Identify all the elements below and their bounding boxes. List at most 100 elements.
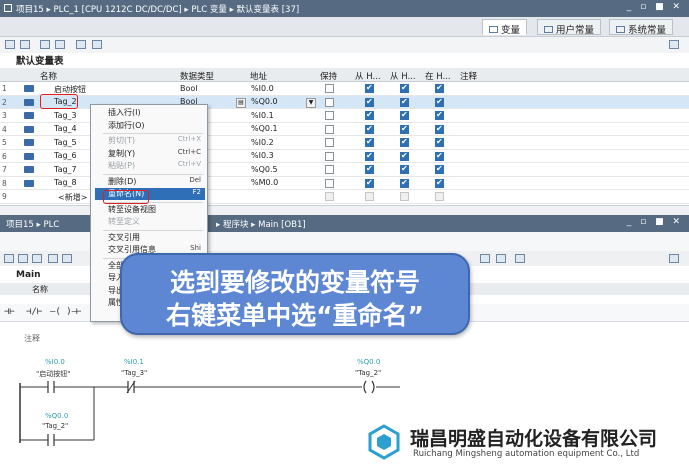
toolbar-icon[interactable]: [515, 254, 525, 263]
retain-checkbox[interactable]: [325, 165, 334, 174]
hmi-write-checkbox[interactable]: [400, 151, 409, 161]
monitor-icon[interactable]: [76, 40, 86, 49]
retain-checkbox[interactable]: [325, 84, 334, 93]
address-cell[interactable]: %M0.0: [251, 178, 278, 187]
hmi-write-checkbox[interactable]: [400, 192, 409, 201]
menu-item[interactable]: 插入行(I): [95, 107, 205, 119]
toolbar-icon[interactable]: [480, 254, 490, 263]
coil-icon[interactable]: –( )–: [50, 307, 77, 317]
address-cell[interactable]: %I0.2: [251, 138, 274, 147]
toolbar-icon[interactable]: [32, 254, 42, 263]
layout-icon[interactable]: [669, 254, 679, 263]
hmi-write-checkbox[interactable]: [400, 137, 409, 147]
col-name[interactable]: 名称: [40, 70, 57, 82]
hmi-write-checkbox[interactable]: [400, 164, 409, 174]
insert-row-icon[interactable]: [20, 40, 30, 49]
hmi-access-checkbox[interactable]: [365, 164, 374, 174]
export-icon[interactable]: [40, 40, 50, 49]
contact1-name[interactable]: "启动按钮": [36, 369, 70, 379]
address-cell[interactable]: %Q0.0: [251, 97, 278, 106]
hmi-visible-checkbox[interactable]: [435, 164, 444, 174]
table-row[interactable]: 1 启动按钮 Bool %I0.0: [0, 82, 689, 96]
toolbar-icon[interactable]: [496, 254, 506, 263]
branch-contact-name[interactable]: "Tag_2": [42, 422, 68, 430]
datatype-cell[interactable]: Bool: [180, 84, 198, 93]
col-hmi-write[interactable]: 从 H...: [390, 70, 416, 82]
toolbar-icon[interactable]: [48, 254, 58, 263]
tag-name-cell[interactable]: <新增>: [58, 192, 87, 203]
menu-item[interactable]: 转至定义: [95, 216, 205, 228]
add-tag-icon[interactable]: [5, 40, 15, 49]
hmi-write-checkbox[interactable]: [400, 178, 409, 188]
hmi-visible-checkbox[interactable]: [435, 137, 444, 147]
hmi-visible-checkbox[interactable]: [435, 178, 444, 188]
tab-tags[interactable]: 变量: [482, 19, 528, 36]
hmi-visible-checkbox[interactable]: [435, 83, 444, 93]
layout-icon[interactable]: [669, 40, 679, 49]
branch-icon[interactable]: ⊢: [76, 307, 81, 317]
hmi-write-checkbox[interactable]: [400, 97, 409, 107]
retain-checkbox[interactable]: [325, 178, 334, 188]
chevron-down-icon[interactable]: ▼: [306, 97, 316, 108]
menu-item[interactable]: 删除(D) Del: [95, 176, 205, 188]
tag-name-cell[interactable]: Tag_6: [54, 151, 77, 160]
datatype-picker-icon[interactable]: ▤: [236, 97, 246, 108]
hmi-access-checkbox[interactable]: [365, 192, 374, 201]
toolbar-icon[interactable]: [4, 254, 14, 263]
address-cell[interactable]: %I0.1: [251, 111, 274, 120]
menu-item[interactable]: 添加行(O): [95, 120, 205, 132]
tag-name-cell[interactable]: Tag_4: [54, 124, 77, 133]
hmi-access-checkbox[interactable]: [365, 110, 374, 120]
coil-name[interactable]: "Tag_2": [355, 369, 381, 377]
contact2-name[interactable]: "Tag_3": [121, 369, 147, 377]
tag-name-cell[interactable]: Tag_8: [54, 178, 77, 187]
import-icon[interactable]: [55, 40, 65, 49]
col-comment[interactable]: 注释: [460, 70, 477, 82]
hmi-visible-checkbox[interactable]: [435, 124, 444, 134]
retain-checkbox[interactable]: [325, 97, 334, 107]
retain-checkbox[interactable]: [325, 111, 334, 120]
menu-item[interactable]: 粘贴(P) Ctrl+V: [95, 160, 205, 172]
hmi-access-checkbox[interactable]: [365, 137, 374, 147]
address-cell[interactable]: %Q0.5: [251, 165, 278, 174]
col-datatype[interactable]: 数据类型: [180, 70, 214, 82]
tag-name-cell[interactable]: Tag_3: [54, 111, 77, 120]
no-contact-icon[interactable]: ⊣⊢: [4, 307, 15, 317]
hmi-visible-checkbox[interactable]: [435, 110, 444, 120]
hmi-access-checkbox[interactable]: [365, 178, 374, 188]
grid-icon[interactable]: [92, 40, 102, 49]
col-retain[interactable]: 保持: [320, 70, 337, 82]
hmi-visible-checkbox[interactable]: [435, 97, 444, 107]
tag-name-cell[interactable]: Tag_5: [54, 138, 77, 147]
hmi-write-checkbox[interactable]: [400, 83, 409, 93]
toolbar-icon[interactable]: [62, 254, 72, 263]
hmi-access-checkbox[interactable]: [365, 83, 374, 93]
program-window-controls[interactable]: _ ▫ ■ ✕: [627, 217, 683, 227]
tag-name-cell[interactable]: Tag_7: [54, 165, 77, 174]
menu-item[interactable]: 转至设备视图: [95, 204, 205, 216]
tab-user-constants[interactable]: 用户常量: [537, 19, 602, 36]
hmi-access-checkbox[interactable]: [365, 151, 374, 161]
retain-checkbox[interactable]: [325, 124, 334, 134]
address-cell[interactable]: %Q0.1: [251, 124, 278, 133]
retain-checkbox[interactable]: [325, 138, 334, 147]
menu-item[interactable]: 复制(Y) Ctrl+C: [95, 148, 205, 160]
address-cell[interactable]: %I0.3: [251, 151, 274, 160]
hmi-access-checkbox[interactable]: [365, 97, 374, 107]
tab-system-constants[interactable]: 系统常量: [609, 19, 674, 36]
col-hmi-access[interactable]: 从 H...: [355, 70, 381, 82]
hmi-visible-checkbox[interactable]: [435, 151, 444, 161]
toolbar-icon[interactable]: [18, 254, 28, 263]
col-address[interactable]: 地址: [250, 70, 267, 82]
col-hmi-visible[interactable]: 在 H...: [425, 70, 451, 82]
retain-checkbox[interactable]: [325, 151, 334, 161]
menu-item[interactable]: 交叉引用: [95, 232, 205, 244]
address-cell[interactable]: %I0.0: [251, 84, 274, 93]
hmi-write-checkbox[interactable]: [400, 110, 409, 120]
hmi-write-checkbox[interactable]: [400, 124, 409, 134]
nc-contact-icon[interactable]: ⊣/⊢: [26, 307, 42, 317]
hmi-visible-checkbox[interactable]: [435, 192, 444, 201]
menu-item[interactable]: 剪切(T) Ctrl+X: [95, 135, 205, 147]
hmi-access-checkbox[interactable]: [365, 124, 374, 134]
retain-checkbox[interactable]: [325, 192, 334, 201]
